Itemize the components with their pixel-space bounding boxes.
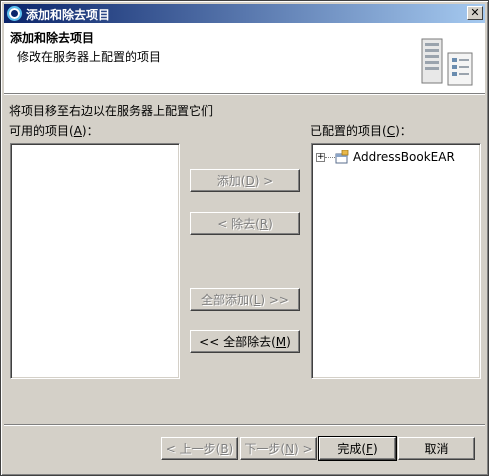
tree-connector [325,157,335,158]
header-separator [4,93,485,95]
ear-project-icon [335,150,349,164]
finish-button[interactable]: 完成(F) [318,436,397,461]
dialog-window: 添加和除去项目 ✕ 添加和除去项目 修改在服务器上配置的项目 将项目移至右边以在… [0,0,489,476]
server-icon [421,38,473,86]
wizard-header: 添加和除去项目 修改在服务器上配置的项目 [4,23,485,93]
footer-separator [4,424,485,426]
window-title: 添加和除去项目 [26,8,111,22]
expand-icon[interactable]: + [316,153,325,162]
instruction-text: 将项目移至右边以在服务器上配置它们 [9,104,214,118]
add-all-button[interactable]: 全部添加(L) >> [190,288,300,311]
next-button[interactable]: 下一步(N) > [240,437,317,460]
remove-button[interactable]: < 除去(R) [190,212,300,235]
available-projects-label: 可用的项目(A)： [9,124,99,138]
back-button[interactable]: < 上一步(B) [161,437,238,460]
page-title: 添加和除去项目 [10,31,95,45]
configured-projects-list[interactable]: + AddressBookEAR [311,143,481,379]
cancel-button[interactable]: 取消 [398,437,475,460]
add-button[interactable]: 添加(D) > [190,169,300,192]
remove-all-button[interactable]: << 全部除去(M) [190,330,300,353]
app-icon [7,6,22,21]
tree-item-label: AddressBookEAR [353,150,455,164]
available-projects-list[interactable] [10,143,180,379]
configured-projects-label: 已配置的项目(C)： [310,124,412,138]
title-bar[interactable]: 添加和除去项目 ✕ [4,4,485,23]
close-button[interactable]: ✕ [467,6,483,20]
page-description: 修改在服务器上配置的项目 [17,50,162,64]
